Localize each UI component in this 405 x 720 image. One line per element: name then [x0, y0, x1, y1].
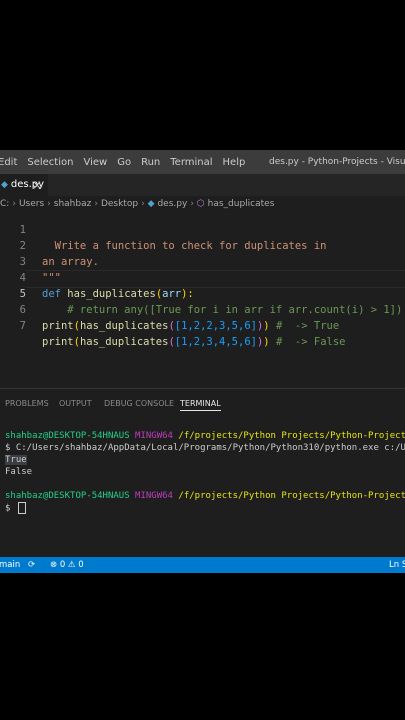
window-title: des.py - Python-Projects - Visual Stu — [269, 157, 405, 167]
code-line: 4 def has_duplicates(arr): — [0, 254, 405, 300]
code-text: print(has_duplicates([1,2,2,3,5,6])) # -… — [42, 320, 340, 332]
code-line: 2 an array. — [0, 222, 405, 268]
code-text: print(has_duplicates([1,2,3,4,5,6])) # -… — [42, 336, 346, 348]
vscode-window: Edit Selection View Go Run Terminal Help… — [0, 150, 405, 573]
tab-debug-console[interactable]: DEBUG CONSOLE — [104, 399, 174, 408]
line-number: 7 — [19, 320, 26, 332]
terminal-prompt-line: shahbaz@DESKTOP-54HNAUS MINGW64 /f/proje… — [5, 490, 405, 502]
menu-help[interactable]: Help — [218, 157, 251, 168]
status-bar: main ⟳ ⊗ 0 ⚠ 0 Ln S — [0, 557, 405, 573]
terminal-shell: MINGW64 — [135, 431, 173, 441]
code-comment: # -> True — [275, 320, 340, 332]
terminal-user: shahbaz@DESKTOP-54HNAUS — [5, 431, 130, 441]
close-icon[interactable]: × — [32, 174, 42, 196]
python-icon: ◆ — [1, 180, 8, 190]
output-true: True — [5, 455, 27, 465]
code-line: 6 print(has_duplicates([1,2,2,3,5,6])) #… — [0, 286, 405, 332]
tab-des-py[interactable]: ◆ des.py × — [0, 174, 48, 196]
tab-bar: ◆ des.py × — [0, 174, 405, 196]
code-line: 7 print(has_duplicates([1,2,3,4,5,6])) #… — [0, 302, 405, 348]
code-line: 3 """ — [0, 238, 405, 284]
code-editor[interactable]: 1 Write a function to check for duplicat… — [0, 208, 405, 388]
terminal-input-line[interactable]: $ — [5, 502, 26, 514]
terminal-path: /f/projects/Python Projects/Python-Proje… — [178, 431, 405, 441]
function-call: has_duplicates — [79, 336, 169, 348]
list-literal: [1,2,2,3,5,6] — [174, 320, 257, 332]
menu-bar: Edit Selection View Go Run Terminal Help… — [0, 150, 405, 174]
tab-terminal[interactable]: TERMINAL — [180, 399, 221, 411]
terminal-command: $ C:/Users/shahbaz/AppData/Local/Program… — [5, 443, 405, 453]
branch-label[interactable]: main — [0, 557, 20, 573]
terminal-cursor — [17, 502, 26, 514]
menu-go[interactable]: Go — [112, 157, 136, 168]
function-call: has_duplicates — [79, 320, 169, 332]
tab-problems[interactable]: PROBLEMS — [5, 399, 49, 408]
code-line: 1 Write a function to check for duplicat… — [0, 208, 405, 252]
sync-icon[interactable]: ⟳ — [28, 557, 35, 573]
code-line: 5 # return any([True for i in arr if arr… — [0, 270, 405, 316]
terminal-output[interactable]: shahbaz@DESKTOP-54HNAUS MINGW64 /f/proje… — [0, 420, 405, 560]
print-call: print — [42, 336, 74, 348]
terminal-output-line: False — [5, 467, 33, 477]
menu-view[interactable]: View — [78, 157, 112, 168]
terminal-shell: MINGW64 — [135, 491, 173, 501]
terminal-user: shahbaz@DESKTOP-54HNAUS — [5, 491, 130, 501]
tab-output[interactable]: OUTPUT — [59, 399, 92, 408]
terminal-output-line: True — [5, 454, 27, 466]
menu-selection[interactable]: Selection — [22, 157, 78, 168]
problems-count[interactable]: ⊗ 0 ⚠ 0 — [50, 557, 84, 573]
cursor-position[interactable]: Ln S — [389, 557, 405, 573]
menu-run[interactable]: Run — [136, 157, 165, 168]
terminal-prompt: $ — [5, 503, 16, 514]
menu-edit[interactable]: Edit — [0, 157, 22, 168]
terminal-path: /f/projects/Python Projects/Python-Proje… — [178, 491, 405, 501]
print-call: print — [42, 320, 74, 332]
list-literal: [1,2,3,4,5,6] — [174, 336, 257, 348]
code-comment: # -> False — [275, 336, 346, 348]
terminal-prompt-line: shahbaz@DESKTOP-54HNAUS MINGW64 /f/proje… — [5, 430, 405, 442]
menu-terminal[interactable]: Terminal — [165, 157, 217, 168]
panel-tabs: PROBLEMS OUTPUT DEBUG CONSOLE TERMINAL — [0, 388, 405, 417]
